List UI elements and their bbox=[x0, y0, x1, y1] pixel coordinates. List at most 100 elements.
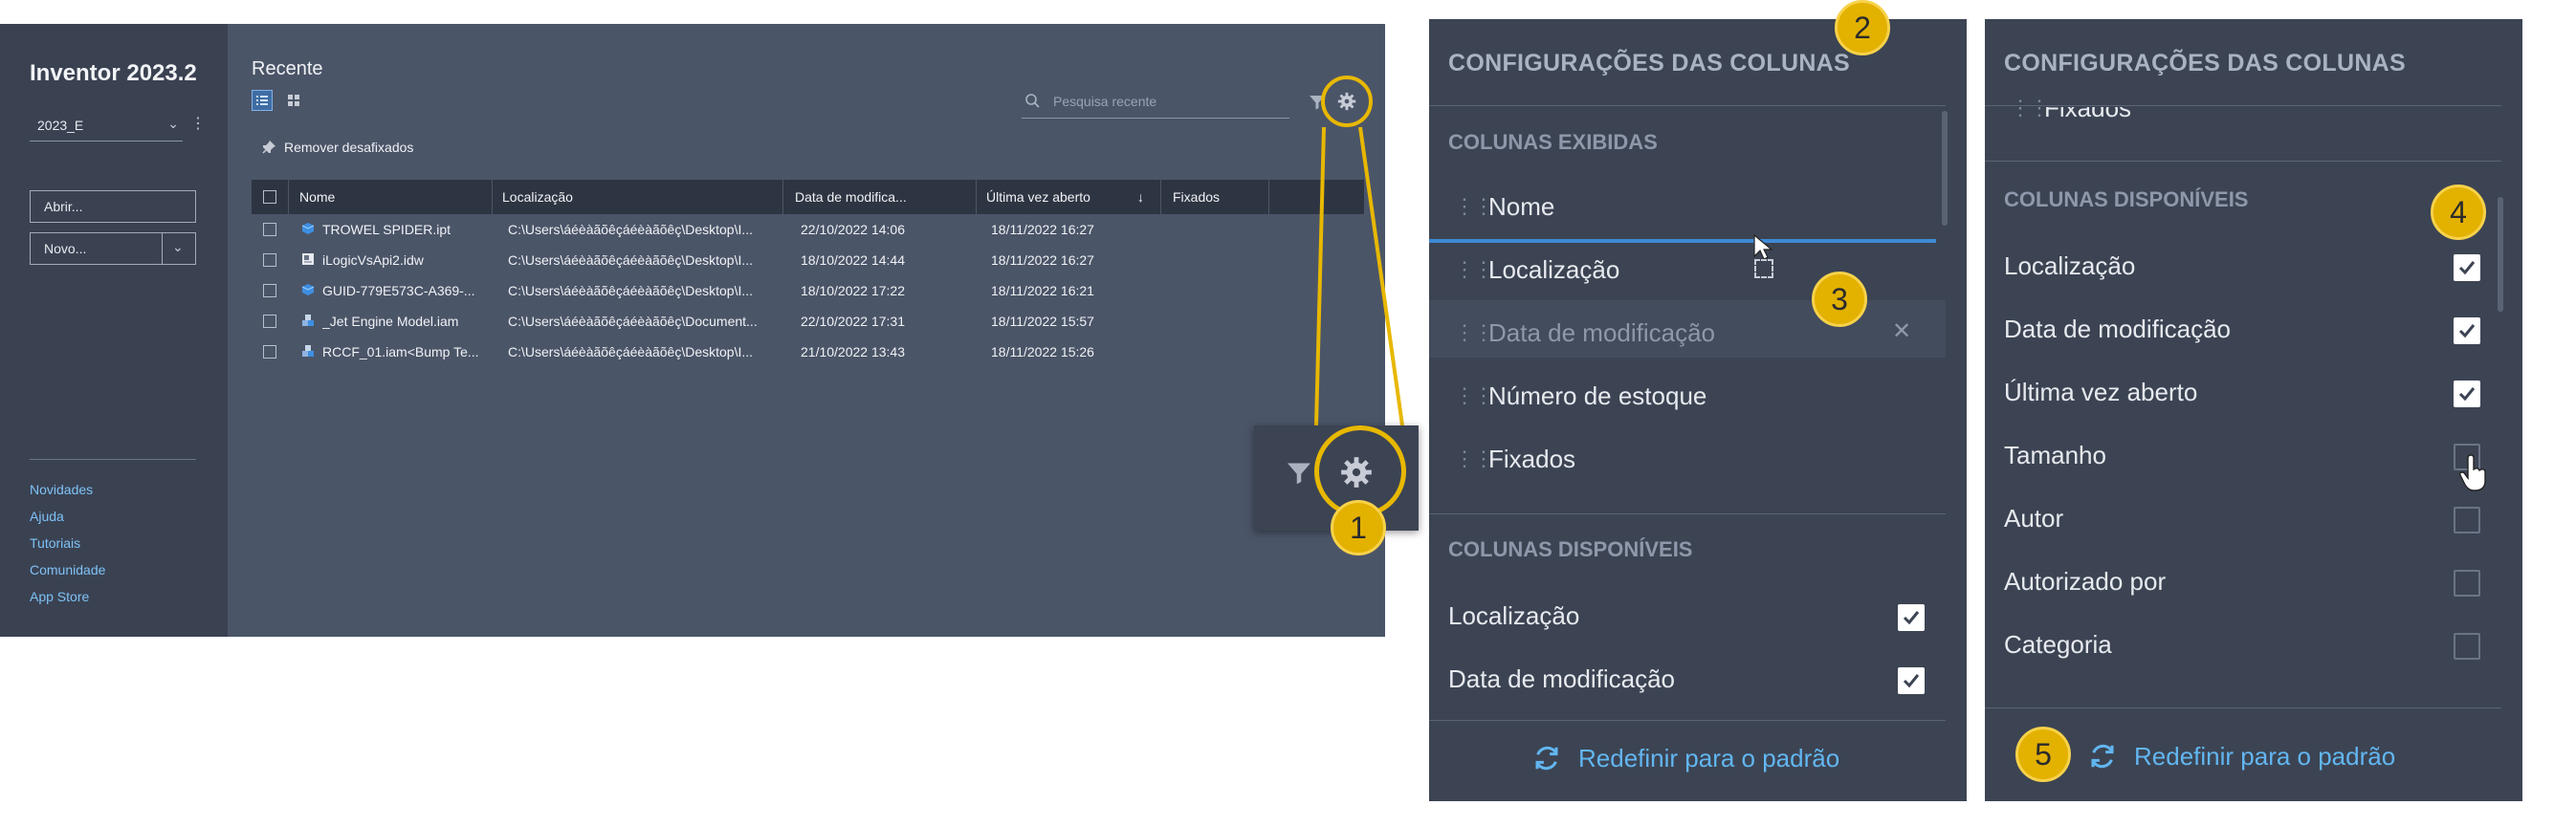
sidebar: Inventor 2023.2 2023_E ⌄ ⋮ Abrir... Novo… bbox=[0, 24, 228, 637]
drag-handle-icon[interactable]: ⋮⋮ bbox=[1454, 320, 1494, 345]
column-checkbox[interactable] bbox=[2454, 317, 2480, 344]
column-checkbox[interactable] bbox=[2454, 507, 2480, 533]
column-header-name[interactable]: Nome bbox=[299, 180, 335, 214]
row-checkbox[interactable] bbox=[263, 284, 276, 297]
link-ajuda[interactable]: Ajuda bbox=[30, 509, 64, 524]
select-all-checkbox[interactable] bbox=[263, 190, 276, 204]
remove-icon[interactable]: ✕ bbox=[1892, 317, 1911, 345]
step-badge-1: 1 bbox=[1331, 500, 1386, 555]
table-header: Nome Localização Data de modifica... Últ… bbox=[252, 180, 1364, 214]
link-app-store[interactable]: App Store bbox=[30, 589, 89, 604]
assembly-icon bbox=[302, 345, 314, 357]
column-checkbox[interactable] bbox=[2454, 381, 2480, 407]
panel-divider bbox=[1985, 707, 2501, 708]
file-modified: 18/10/2022 14:44 bbox=[801, 252, 905, 268]
row-checkbox[interactable] bbox=[263, 315, 276, 328]
reset-default-button[interactable]: Redefinir para o padrão bbox=[1578, 744, 1839, 773]
drag-handle-icon[interactable]: ⋮⋮ bbox=[1454, 383, 1494, 408]
panel-scrollbar[interactable] bbox=[2498, 197, 2503, 312]
new-button[interactable]: Novo... ⌄ bbox=[30, 232, 196, 265]
column-checkbox[interactable] bbox=[1898, 667, 1925, 694]
displayed-column-item[interactable]: Fixados bbox=[1488, 445, 1575, 474]
new-button-label: Novo... bbox=[44, 241, 87, 256]
displayed-column-item[interactable]: Data de modificação bbox=[1488, 318, 1715, 348]
column-checkbox[interactable] bbox=[1898, 604, 1925, 631]
column-header-modified[interactable]: Data de modifica... bbox=[795, 180, 907, 214]
available-column-label: Data de modificação bbox=[2004, 315, 2232, 343]
drag-handle-icon[interactable]: ⋮⋮ bbox=[2010, 96, 2050, 120]
available-columns-heading: COLUNAS DISPONÍVEIS bbox=[2004, 187, 2249, 211]
available-column-label: Data de modificação bbox=[1448, 664, 1676, 693]
file-modified: 18/10/2022 17:22 bbox=[801, 283, 905, 298]
column-separator[interactable] bbox=[782, 180, 783, 214]
table-row[interactable]: GUID-779E573C-A369-... C:\Users\áéèàãõêç… bbox=[252, 275, 1364, 306]
search-input[interactable]: Pesquisa recente bbox=[1053, 94, 1156, 109]
new-button-divider bbox=[162, 233, 163, 264]
column-checkbox[interactable] bbox=[2454, 633, 2480, 660]
column-header-last-opened[interactable]: Última vez aberto bbox=[986, 180, 1090, 214]
drag-handle-icon[interactable]: ⋮⋮ bbox=[1454, 194, 1494, 219]
file-name: iLogicVsApi2.idw bbox=[322, 252, 424, 268]
open-button-label: Abrir... bbox=[44, 199, 83, 214]
column-separator[interactable] bbox=[1268, 180, 1269, 214]
available-column-label: Categoria bbox=[2004, 630, 2112, 659]
remove-unpinned-button[interactable]: Remover desafixados bbox=[284, 140, 413, 155]
file-last-opened: 18/11/2022 15:26 bbox=[991, 344, 1094, 359]
panel-divider bbox=[1429, 513, 1946, 514]
displayed-column-item[interactable]: Fixados bbox=[2044, 107, 2131, 123]
drawing-icon bbox=[302, 253, 314, 265]
file-modified: 22/10/2022 14:06 bbox=[801, 222, 905, 237]
column-separator[interactable] bbox=[976, 180, 977, 214]
table-row[interactable]: _Jet Engine Model.iam C:\Users\áéèàãõêçá… bbox=[252, 306, 1364, 337]
list-view-icon[interactable] bbox=[252, 90, 273, 111]
drag-handle-icon[interactable]: ⋮⋮ bbox=[1454, 446, 1494, 471]
column-settings-panel-scrolled: CONFIGURAÇÕES DAS COLUNAS ⋮⋮ Fixados COL… bbox=[1985, 19, 2522, 801]
displayed-column-item[interactable]: Número de estoque bbox=[1488, 381, 1706, 411]
row-checkbox[interactable] bbox=[263, 253, 276, 267]
table-row[interactable]: iLogicVsApi2.idw C:\Users\áéèàãõêçáéèàãõ… bbox=[252, 245, 1364, 275]
displayed-columns-heading: COLUNAS EXIBIDAS bbox=[1448, 130, 1658, 154]
link-novidades[interactable]: Novidades bbox=[30, 482, 93, 497]
panel-title: CONFIGURAÇÕES DAS COLUNAS bbox=[1448, 50, 1851, 76]
column-checkbox[interactable] bbox=[2454, 570, 2480, 597]
column-separator[interactable] bbox=[1160, 180, 1161, 214]
table-row[interactable]: TROWEL SPIDER.ipt C:\Users\áéèàãõêçáéèàã… bbox=[252, 214, 1364, 245]
open-button[interactable]: Abrir... bbox=[30, 190, 196, 223]
row-checkbox[interactable] bbox=[263, 223, 276, 236]
file-location: C:\Users\áéèàãõêçáéèàãõêç\Desktop\I... bbox=[508, 252, 754, 268]
row-checkbox[interactable] bbox=[263, 345, 276, 359]
drag-handle-icon[interactable]: ⋮⋮ bbox=[1454, 257, 1494, 282]
panel-divider bbox=[1985, 161, 2501, 162]
file-name: GUID-779E573C-A369-... bbox=[322, 283, 475, 298]
column-separator[interactable] bbox=[492, 180, 493, 214]
column-header-location[interactable]: Localização bbox=[502, 180, 573, 214]
displayed-column-item[interactable]: Localização bbox=[1488, 255, 1619, 285]
chevron-down-icon[interactable]: ⌄ bbox=[172, 239, 184, 255]
available-columns-heading: COLUNAS DISPONÍVEIS bbox=[1448, 537, 1693, 561]
file-name: TROWEL SPIDER.ipt bbox=[322, 222, 451, 237]
link-tutoriais[interactable]: Tutoriais bbox=[30, 535, 80, 551]
available-column-label: Autorizado por bbox=[2004, 567, 2167, 596]
drag-ghost-icon bbox=[1754, 259, 1773, 278]
filter-icon bbox=[1285, 459, 1313, 488]
table-row[interactable]: RCCF_01.iam<Bump Te... C:\Users\áéèàãõêç… bbox=[252, 337, 1364, 367]
project-dropdown[interactable]: 2023_E ⌄ bbox=[30, 114, 183, 141]
column-header-pinned[interactable]: Fixados bbox=[1173, 180, 1220, 214]
panel-title: CONFIGURAÇÕES DAS COLUNAS bbox=[2004, 50, 2407, 76]
displayed-column-item[interactable]: Nome bbox=[1488, 192, 1554, 222]
refresh-icon bbox=[1532, 744, 1561, 777]
panel-scrollbar[interactable] bbox=[1942, 111, 1948, 226]
grid-view-icon[interactable] bbox=[283, 90, 304, 111]
kebab-menu-icon[interactable]: ⋮ bbox=[190, 114, 206, 133]
file-last-opened: 18/11/2022 16:27 bbox=[991, 222, 1094, 237]
file-name: RCCF_01.iam<Bump Te... bbox=[322, 344, 479, 359]
link-comunidade[interactable]: Comunidade bbox=[30, 562, 105, 577]
recent-title: Recente bbox=[252, 58, 323, 79]
drop-indicator bbox=[1429, 239, 1936, 243]
panel-divider bbox=[1429, 105, 1946, 106]
column-checkbox[interactable] bbox=[2454, 254, 2480, 281]
file-location: C:\Users\áéèàãõêçáéèàãõêç\Desktop\I... bbox=[508, 283, 754, 298]
column-settings-panel: CONFIGURAÇÕES DAS COLUNAS COLUNAS EXIBID… bbox=[1429, 19, 1967, 801]
reset-default-button[interactable]: Redefinir para o padrão bbox=[2134, 742, 2395, 772]
panel-divider bbox=[1985, 105, 2501, 106]
